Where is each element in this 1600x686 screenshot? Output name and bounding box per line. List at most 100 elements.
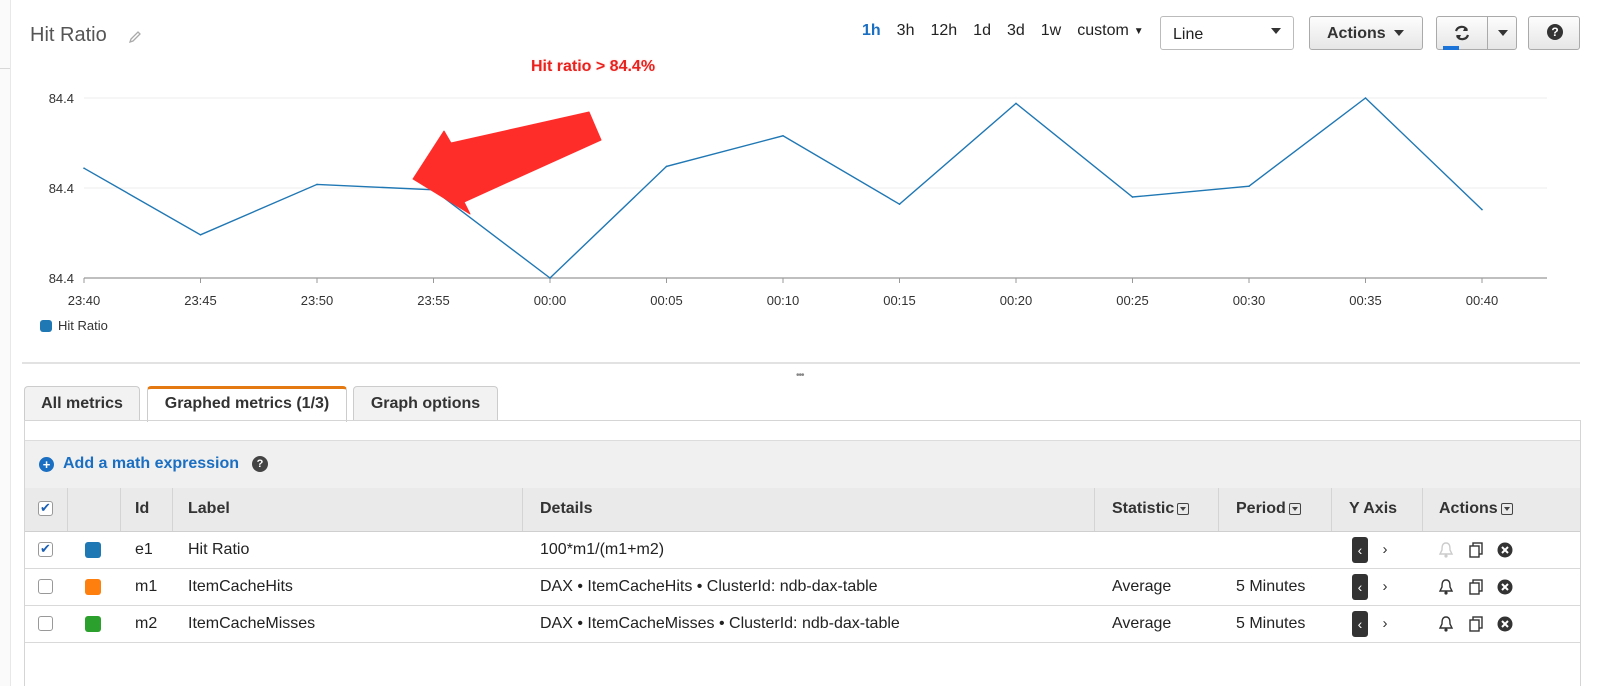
range-custom-label: custom <box>1077 22 1129 39</box>
header-statistic[interactable]: Statistic <box>1112 500 1190 518</box>
series-color-swatch[interactable] <box>85 579 101 595</box>
table-row[interactable]: e1 Hit Ratio 100*m1/(m1+m2) ‹ › <box>25 532 1580 569</box>
tab-graph-options[interactable]: Graph options <box>353 386 498 420</box>
bell-icon[interactable] <box>1437 615 1455 633</box>
table-row[interactable]: m2 ItemCacheMisses DAX • ItemCacheMisses… <box>25 606 1580 643</box>
x-tick-label: 00:40 <box>1466 293 1499 308</box>
range-12h[interactable]: 12h <box>930 22 957 40</box>
y-axis-left-button[interactable]: ‹ <box>1352 537 1368 563</box>
tab-all-metrics[interactable]: All metrics <box>24 386 140 420</box>
refresh-button[interactable] <box>1436 16 1488 50</box>
chart-type-select[interactable]: Line <box>1160 16 1294 50</box>
y-axis-right-button[interactable]: › <box>1379 611 1391 637</box>
row-details[interactable]: 100*m1/(m1+m2) <box>540 541 664 559</box>
column-separator <box>120 488 121 531</box>
range-1d[interactable]: 1d <box>973 22 991 40</box>
chevron-down-icon <box>1271 28 1281 34</box>
row-id[interactable]: e1 <box>135 541 153 559</box>
series-color-swatch[interactable] <box>85 616 101 632</box>
remove-icon[interactable] <box>1496 578 1514 596</box>
column-separator <box>172 488 173 531</box>
remove-icon[interactable] <box>1496 541 1514 559</box>
y-tick-label: 84.4 <box>49 181 74 196</box>
y-axis-left-button[interactable]: ‹ <box>1352 611 1368 637</box>
legend-swatch <box>40 319 52 332</box>
y-axis-left-button[interactable]: ‹ <box>1352 574 1368 600</box>
bell-icon[interactable] <box>1437 578 1455 596</box>
dropdown-icon[interactable] <box>1500 503 1513 515</box>
data-point <box>898 203 901 205</box>
range-3h[interactable]: 3h <box>897 22 915 40</box>
row-period[interactable]: 5 Minutes <box>1236 615 1305 633</box>
x-tick-label: 23:55 <box>417 293 450 308</box>
time-range-links: 1h 3h 12h 1d 3d 1w custom ▼ <box>862 22 1144 40</box>
header-period-label: Period <box>1236 500 1286 517</box>
add-math-expression-label: Add a math expression <box>63 455 240 472</box>
duplicate-icon[interactable] <box>1467 541 1485 559</box>
row-checkbox[interactable] <box>38 616 53 631</box>
row-details[interactable]: DAX • ItemCacheMisses • ClusterId: ndb-d… <box>540 615 900 633</box>
row-statistic[interactable]: Average <box>1112 615 1171 633</box>
caret-down-icon: ▼ <box>1133 25 1144 37</box>
column-separator <box>1218 488 1219 531</box>
data-point <box>665 165 668 168</box>
y-axis-right-button[interactable]: › <box>1379 537 1391 563</box>
duplicate-icon[interactable] <box>1467 615 1485 633</box>
panel-divider[interactable] <box>22 362 1580 364</box>
y-axis-right-button[interactable]: › <box>1379 574 1391 600</box>
header-label[interactable]: Label <box>188 500 230 518</box>
actions-button[interactable]: Actions <box>1309 16 1423 50</box>
caret-down-icon <box>1394 30 1404 36</box>
range-1h[interactable]: 1h <box>862 22 881 40</box>
dropdown-icon[interactable] <box>1177 503 1190 515</box>
graphed-metrics-panel: + Add a math expression ? Id Label Detai… <box>24 420 1581 686</box>
data-point <box>316 183 318 186</box>
refresh-options-button[interactable] <box>1487 16 1517 50</box>
chart-legend[interactable]: Hit Ratio <box>40 318 108 333</box>
y-tick-label: 84.4 <box>49 91 74 106</box>
graph-title[interactable]: Hit Ratio <box>30 24 107 47</box>
help-icon: ? <box>1547 24 1563 40</box>
row-label[interactable]: Hit Ratio <box>188 541 249 559</box>
y-tick-label: 84.4 <box>49 271 74 286</box>
select-all-checkbox[interactable] <box>38 500 53 516</box>
x-tick-label: 00:30 <box>1233 293 1266 308</box>
pencil-icon[interactable] <box>128 30 142 44</box>
data-point <box>1364 97 1367 99</box>
column-separator <box>522 488 523 531</box>
row-details[interactable]: DAX • ItemCacheHits • ClusterId: ndb-dax… <box>540 578 878 596</box>
remove-icon[interactable] <box>1496 615 1514 633</box>
bell-icon[interactable] <box>1437 541 1455 559</box>
annotation-label: Hit ratio > 84.4% <box>531 58 656 75</box>
range-custom[interactable]: custom ▼ <box>1077 22 1143 40</box>
header-id[interactable]: Id <box>135 500 149 518</box>
header-y-axis: Y Axis <box>1349 500 1398 517</box>
dropdown-icon[interactable] <box>1288 503 1301 515</box>
column-separator <box>1422 488 1423 531</box>
row-label[interactable]: ItemCacheHits <box>188 578 293 596</box>
header-details[interactable]: Details <box>540 500 592 518</box>
x-tick-label: 00:35 <box>1349 293 1382 308</box>
duplicate-icon[interactable] <box>1467 578 1485 596</box>
row-checkbox[interactable] <box>38 579 53 594</box>
row-checkbox[interactable] <box>38 541 53 557</box>
series-color-swatch[interactable] <box>85 542 101 558</box>
resize-grip-icon[interactable]: ••• <box>796 370 804 381</box>
header-actions[interactable]: Actions <box>1439 500 1513 518</box>
add-math-expression-link[interactable]: + Add a math expression <box>39 455 239 473</box>
range-3d[interactable]: 3d <box>1007 22 1025 40</box>
row-id[interactable]: m1 <box>135 578 157 596</box>
help-icon[interactable]: ? <box>252 456 268 472</box>
header-period[interactable]: Period <box>1236 500 1301 518</box>
row-label[interactable]: ItemCacheMisses <box>188 615 315 633</box>
help-button[interactable]: ? <box>1528 16 1580 50</box>
data-point <box>1131 196 1134 198</box>
row-statistic[interactable]: Average <box>1112 578 1171 596</box>
row-period[interactable]: 5 Minutes <box>1236 578 1305 596</box>
caret-down-icon <box>1498 30 1508 36</box>
row-id[interactable]: m2 <box>135 615 157 633</box>
table-row[interactable]: m1 ItemCacheHits DAX • ItemCacheHits • C… <box>25 569 1580 606</box>
tab-graphed-metrics[interactable]: Graphed metrics (1/3) <box>147 386 347 422</box>
plus-circle-icon: + <box>39 456 54 472</box>
range-1w[interactable]: 1w <box>1041 22 1061 40</box>
